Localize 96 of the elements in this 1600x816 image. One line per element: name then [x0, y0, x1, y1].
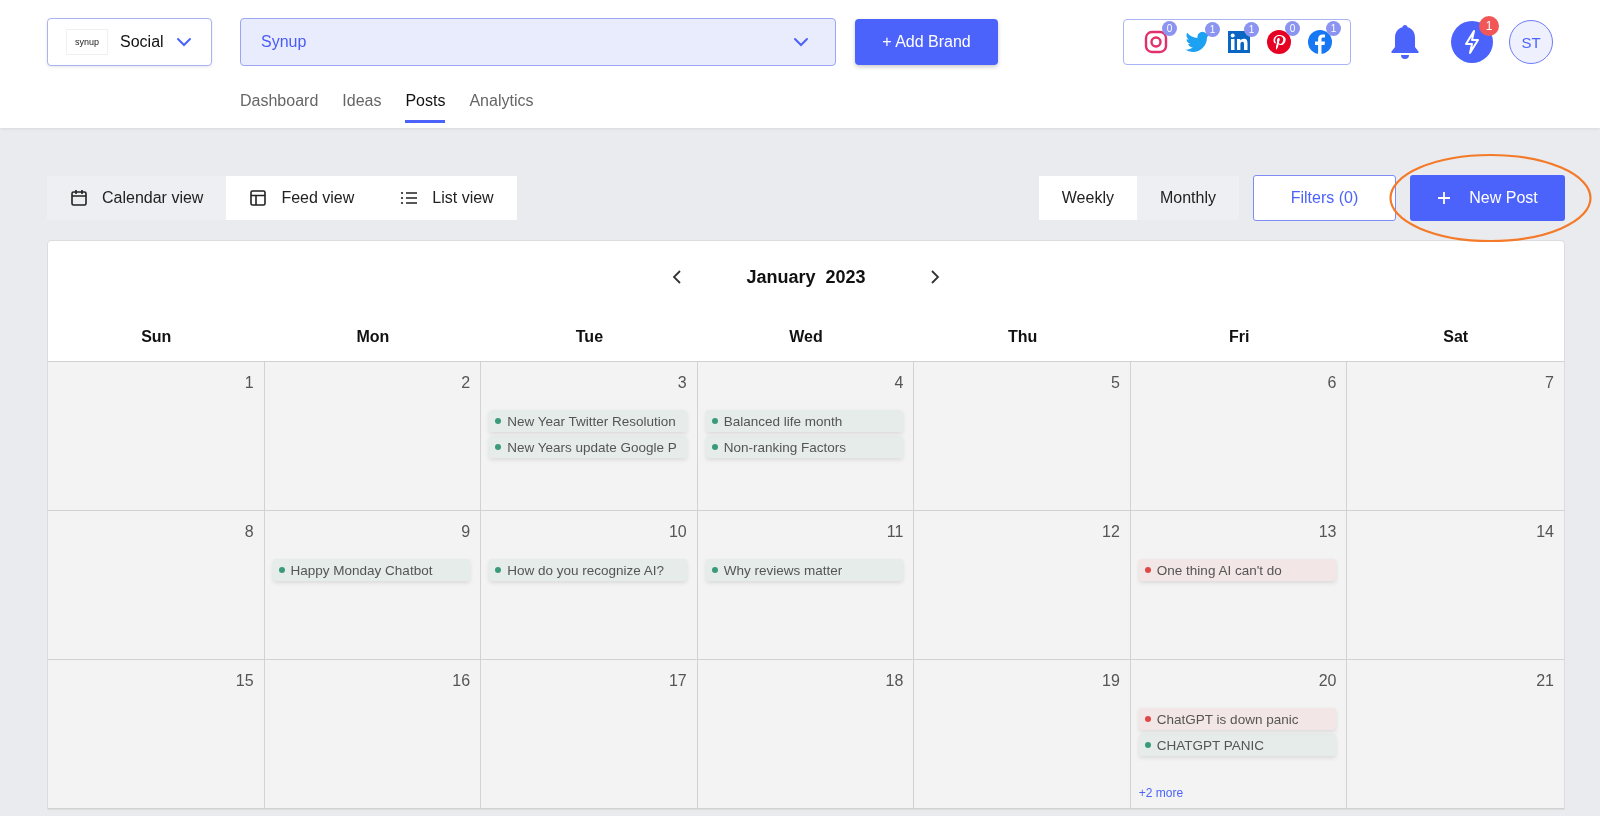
weekday-header: Fri — [1227, 328, 1251, 346]
day-cell[interactable]: 12 — [914, 511, 1131, 660]
notification-bell-icon[interactable] — [1389, 23, 1421, 61]
post-chip[interactable]: New Year Twitter Resolution — [489, 410, 687, 432]
add-brand-button[interactable]: + Add Brand — [855, 19, 998, 65]
day-number: 10 — [668, 523, 687, 541]
day-number: 14 — [1536, 523, 1554, 541]
day-number: 18 — [885, 672, 904, 690]
day-number: 9 — [461, 523, 471, 541]
post-chip[interactable]: Balanced life month — [705, 410, 904, 432]
day-number: 11 — [886, 523, 904, 541]
weekday-header: Mon — [355, 328, 391, 346]
day-number: 20 — [1318, 672, 1337, 690]
day-cell[interactable]: 21 — [1347, 660, 1564, 809]
post-chip[interactable]: New Years update Google P — [489, 436, 687, 458]
day-cell[interactable]: 10 How do you recognize AI? — [481, 511, 698, 660]
post-chip[interactable]: CHATGPT PANIC — [1138, 734, 1337, 756]
workspace-dropdown[interactable]: synup Social — [47, 18, 212, 66]
day-number: 8 — [244, 523, 254, 541]
view-tab[interactable]: Calendar view — [47, 176, 227, 220]
nav-tab[interactable]: Dashboard — [240, 86, 319, 123]
post-chip[interactable]: ChatGPT is down panic — [1138, 708, 1337, 730]
day-cell[interactable]: 16 — [264, 660, 482, 809]
more-posts-link[interactable]: +2 more — [1138, 786, 1184, 800]
day-number: 13 — [1318, 523, 1337, 541]
day-cell[interactable]: 7 — [1347, 362, 1564, 511]
day-number: 1 — [244, 374, 254, 392]
calendar-icon — [70, 189, 88, 207]
post-chip[interactable]: Why reviews matter — [705, 559, 904, 581]
day-cell[interactable]: 20 ChatGPT is down panic CHATGPT PANIC +2 more — [1130, 660, 1348, 809]
notification-badge: 1 — [1479, 16, 1499, 36]
month-title: January 2023 — [746, 266, 866, 288]
user-avatar[interactable]: ST — [1509, 20, 1553, 64]
filters-button[interactable]: Filters (0) — [1253, 175, 1396, 221]
post-chip[interactable]: One thing AI can't do — [1138, 559, 1337, 581]
day-number: 12 — [1102, 523, 1120, 541]
day-cell[interactable]: 9 Happy Monday Chatbot — [264, 511, 482, 660]
lightning-icon — [1464, 30, 1480, 54]
post-chip[interactable]: Happy Monday Chatbot — [272, 559, 471, 581]
count-badge: 1 — [1205, 22, 1220, 37]
day-cell[interactable]: 11 Why reviews matter — [697, 511, 915, 660]
day-number: 6 — [1327, 374, 1337, 392]
period-tab[interactable]: Monthly — [1136, 176, 1239, 220]
chevron-right-icon — [929, 269, 940, 285]
instagram-icon[interactable] — [1144, 30, 1168, 54]
day-cell[interactable]: 18 — [697, 660, 915, 809]
count-badge: 1 — [1326, 21, 1341, 36]
post-chip[interactable]: Non-ranking Factors — [705, 436, 904, 458]
nav-tab[interactable]: Analytics — [469, 86, 534, 123]
day-number: 16 — [452, 672, 471, 690]
day-cell[interactable]: 5 — [914, 362, 1131, 511]
day-number: 17 — [668, 672, 687, 690]
weekday-header: Tue — [574, 328, 605, 346]
new-post-button[interactable]: New Post — [1410, 175, 1565, 221]
chevron-down-icon — [793, 37, 809, 47]
chevron-left-icon — [672, 269, 683, 285]
day-cell[interactable]: 3 New Year Twitter Resolution New Years update Google P — [481, 362, 698, 511]
day-number: 15 — [235, 672, 254, 690]
layout-icon — [249, 189, 268, 207]
day-cell[interactable]: 2 — [264, 362, 482, 511]
weekday-header: Sun — [140, 328, 173, 346]
day-cell[interactable]: 19 — [914, 660, 1131, 809]
day-cell[interactable]: 17 — [481, 660, 698, 809]
day-cell[interactable]: 15 — [48, 660, 265, 809]
activity-button[interactable] — [1451, 21, 1493, 63]
day-cell[interactable]: 8 — [48, 511, 265, 660]
count-badge: 1 — [1244, 22, 1259, 37]
brand-dropdown[interactable]: Synup — [240, 18, 836, 66]
day-number: 3 — [677, 374, 687, 392]
linkedin-icon[interactable] — [1228, 31, 1250, 53]
day-number: 2 — [461, 374, 471, 392]
weekday-header: Sat — [1442, 328, 1470, 346]
count-badge: 0 — [1285, 21, 1300, 36]
nav-tab[interactable]: Ideas — [342, 86, 382, 123]
day-cell[interactable]: 13 One thing AI can't do — [1130, 511, 1348, 660]
pinterest-icon[interactable] — [1267, 30, 1291, 54]
weekday-header: Wed — [788, 328, 824, 346]
day-cell[interactable]: 14 — [1347, 511, 1564, 660]
day-cell[interactable]: 6 — [1130, 362, 1348, 511]
day-number: 4 — [894, 374, 904, 392]
day-cell[interactable]: 4 Balanced life month Non-ranking Factors — [697, 362, 915, 511]
day-number: 19 — [1102, 672, 1120, 690]
list-icon — [400, 189, 419, 207]
day-number: 7 — [1545, 374, 1554, 392]
day-number: 5 — [1110, 374, 1120, 392]
nav-tab[interactable]: Posts — [405, 86, 446, 123]
day-cell[interactable]: 1 — [48, 362, 265, 511]
plus-icon — [1437, 191, 1452, 205]
weekday-header: Thu — [1006, 328, 1039, 346]
post-chip[interactable]: How do you recognize AI? — [489, 559, 687, 581]
chevron-down-icon — [175, 37, 192, 47]
day-number: 21 — [1536, 672, 1554, 690]
bird-icon[interactable] — [1185, 31, 1211, 53]
facebook-icon[interactable] — [1308, 30, 1332, 54]
brand-logo: synup — [66, 29, 108, 55]
count-badge: 0 — [1162, 21, 1177, 36]
